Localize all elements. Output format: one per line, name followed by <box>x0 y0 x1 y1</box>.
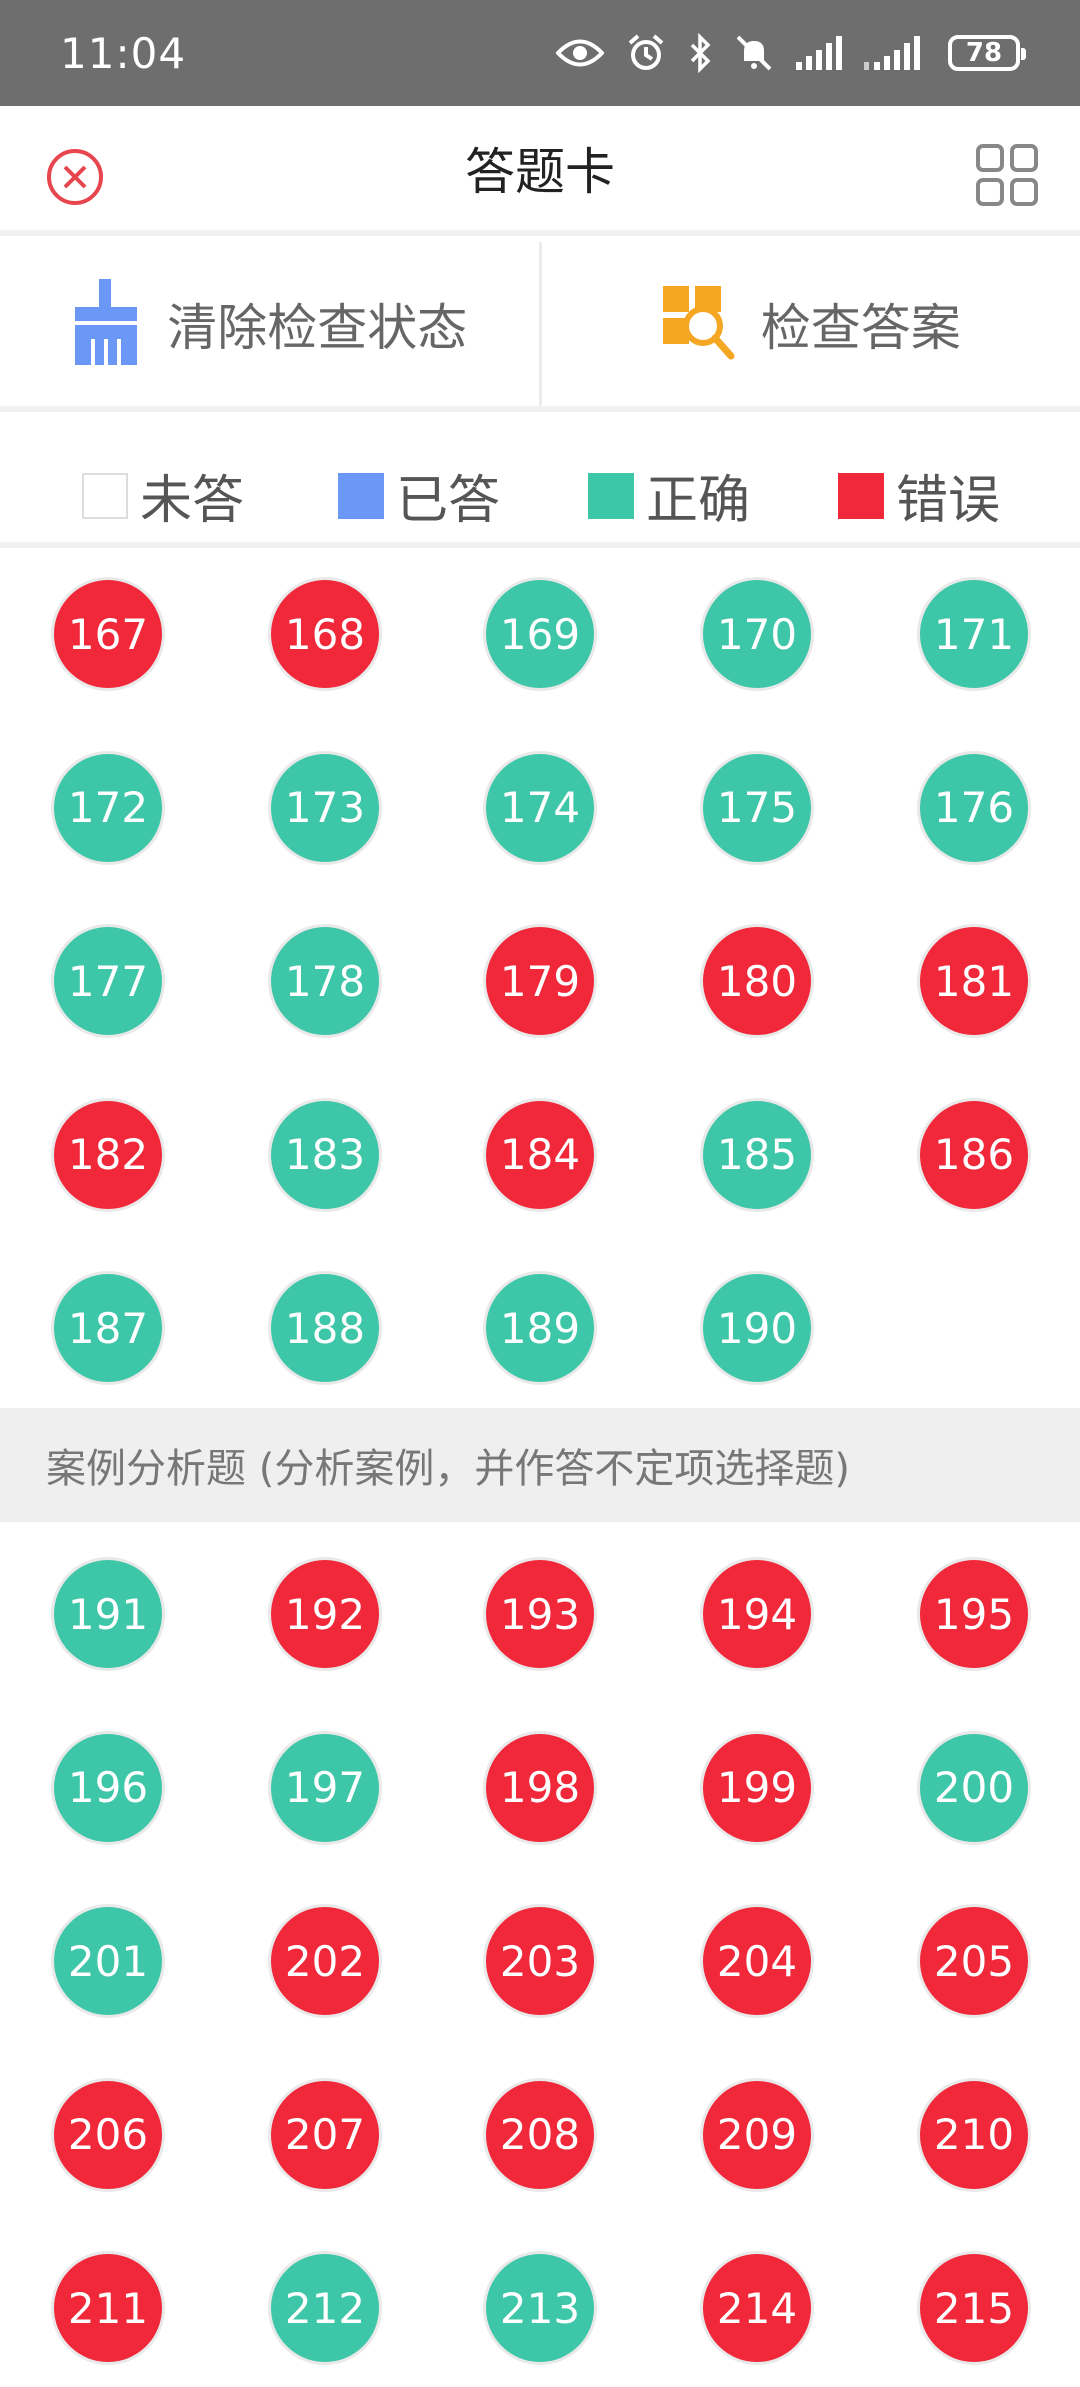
question-bubble-207[interactable]: 207 <box>268 2077 382 2192</box>
question-bubble-182[interactable]: 182 <box>51 1097 165 1212</box>
question-bubble-203[interactable]: 203 <box>483 1904 597 2018</box>
question-bubble-170[interactable]: 170 <box>700 577 814 691</box>
question-bubble-184[interactable]: 184 <box>483 1097 597 1212</box>
question-bubble-196[interactable]: 196 <box>51 1730 165 1845</box>
header: 答题卡 <box>0 106 1080 236</box>
question-bubble-209[interactable]: 209 <box>700 2077 814 2192</box>
legend-answered-label: 已答 <box>396 471 501 531</box>
broom-icon <box>71 279 141 369</box>
page-title: 答题卡 <box>465 143 615 201</box>
question-bubble-206[interactable]: 206 <box>51 2077 165 2192</box>
question-row: 167 168 169 170 171 <box>0 577 1080 697</box>
question-bubble-188[interactable]: 188 <box>268 1271 382 1385</box>
question-bubble-185[interactable]: 185 <box>700 1097 814 1212</box>
question-bubble-189[interactable]: 189 <box>483 1271 597 1385</box>
question-bubble-167[interactable]: 167 <box>51 577 165 691</box>
clear-check-status-label: 清除检查状态 <box>167 299 468 357</box>
bluetooth-icon <box>688 33 712 73</box>
question-bubble-215[interactable]: 215 <box>917 2251 1031 2365</box>
signal-secondary-icon <box>864 36 926 70</box>
question-bubble-210[interactable]: 210 <box>917 2077 1031 2192</box>
question-bubble-175[interactable]: 175 <box>700 750 814 865</box>
question-row: 182 183 184 185 186 <box>0 1097 1080 1218</box>
legend-wrong-label: 错误 <box>896 471 1001 531</box>
question-bubble-181[interactable]: 181 <box>917 924 1031 1038</box>
question-bubble-213[interactable]: 213 <box>483 2251 597 2365</box>
status-bar: 11:04 78 <box>0 0 1080 106</box>
question-bubble-214[interactable]: 214 <box>700 2251 814 2365</box>
question-bubble-199[interactable]: 199 <box>700 1730 814 1845</box>
question-bubble-179[interactable]: 179 <box>483 924 597 1038</box>
legend-answered: 已答 <box>338 458 500 533</box>
question-row: 187 188 189 190 <box>0 1271 1080 1391</box>
question-bubble-186[interactable]: 186 <box>917 1097 1031 1212</box>
close-icon[interactable] <box>44 146 106 208</box>
check-answers-label: 检查答案 <box>760 299 961 357</box>
question-row: 206 207 208 209 210 <box>0 2077 1080 2198</box>
legend-correct-label: 正确 <box>646 471 751 531</box>
question-row: 177 178 179 180 181 <box>0 924 1080 1044</box>
question-bubble-178[interactable]: 178 <box>268 924 382 1038</box>
question-bubble-172[interactable]: 172 <box>51 750 165 865</box>
question-bubble-180[interactable]: 180 <box>700 924 814 1038</box>
eye-icon <box>556 36 604 70</box>
legend-wrong: 错误 <box>838 458 1000 533</box>
legend-unanswered-label: 未答 <box>140 471 245 531</box>
clear-check-status-button[interactable]: 清除检查状态 <box>0 242 539 406</box>
legend-answered-swatch <box>338 472 384 519</box>
question-bubble-171[interactable]: 171 <box>917 577 1031 691</box>
battery-icon: 78 <box>948 35 1026 71</box>
grid-view-icon[interactable] <box>974 142 1040 208</box>
question-row: 196 197 198 199 200 <box>0 1730 1080 1851</box>
question-bubble-195[interactable]: 195 <box>917 1557 1031 1671</box>
question-bubble-187[interactable]: 187 <box>51 1271 165 1385</box>
question-bubble-193[interactable]: 193 <box>483 1557 597 1671</box>
question-bubble-192[interactable]: 192 <box>268 1557 382 1671</box>
question-bubble-205[interactable]: 205 <box>917 1904 1031 2018</box>
legend-unanswered-swatch <box>82 472 128 519</box>
question-bubble-168[interactable]: 168 <box>268 577 382 691</box>
question-bubble-191[interactable]: 191 <box>51 1557 165 1671</box>
legend: 未答 已答 正确 错误 <box>0 418 1080 548</box>
question-bubble-190[interactable]: 190 <box>700 1271 814 1385</box>
question-bubble-201[interactable]: 201 <box>51 1904 165 2018</box>
question-bubble-177[interactable]: 177 <box>51 924 165 1038</box>
question-bubble-174[interactable]: 174 <box>483 750 597 865</box>
legend-unanswered: 未答 <box>82 458 244 533</box>
question-bubble-173[interactable]: 173 <box>268 750 382 865</box>
question-bubble-211[interactable]: 211 <box>51 2251 165 2365</box>
question-bubble-208[interactable]: 208 <box>483 2077 597 2192</box>
legend-wrong-swatch <box>838 472 884 519</box>
question-bubble-194[interactable]: 194 <box>700 1557 814 1671</box>
check-answers-button[interactable]: 检查答案 <box>538 242 1080 406</box>
question-bubble-198[interactable]: 198 <box>483 1730 597 1845</box>
question-bubble-197[interactable]: 197 <box>268 1730 382 1845</box>
question-row: 211 212 213 214 215 <box>0 2251 1080 2371</box>
question-bubble-200[interactable]: 200 <box>917 1730 1031 1845</box>
question-bubble-169[interactable]: 169 <box>483 577 597 691</box>
status-icons: 78 <box>556 33 1026 73</box>
legend-correct-swatch <box>588 472 634 519</box>
question-row: 191 192 193 194 195 <box>0 1557 1080 1677</box>
alarm-icon <box>626 33 666 73</box>
question-row: 172 173 174 175 176 <box>0 750 1080 871</box>
question-bubble-212[interactable]: 212 <box>268 2251 382 2365</box>
magnifier-check-icon <box>661 284 735 364</box>
status-time: 11:04 <box>60 28 187 78</box>
tools-bar: 清除检查状态 检查答案 <box>0 242 1080 412</box>
legend-correct: 正确 <box>588 458 750 533</box>
mute-icon <box>734 33 774 73</box>
question-bubble-202[interactable]: 202 <box>268 1904 382 2018</box>
question-bubble-204[interactable]: 204 <box>700 1904 814 2018</box>
question-row: 201 202 203 204 205 <box>0 1904 1080 2024</box>
question-bubble-176[interactable]: 176 <box>917 750 1031 865</box>
signal-icon <box>796 36 842 70</box>
section-title: 案例分析题 (分析案例，并作答不定项选择题) <box>0 1408 1080 1522</box>
question-bubble-183[interactable]: 183 <box>268 1097 382 1212</box>
